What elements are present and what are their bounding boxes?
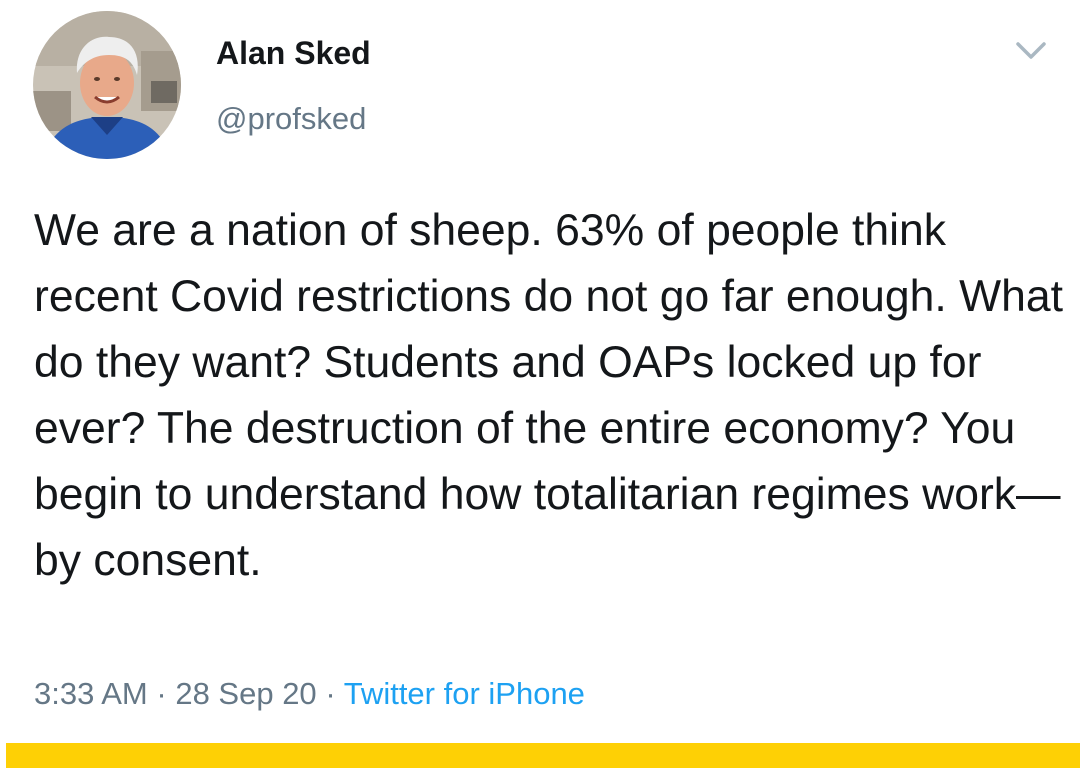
display-name[interactable]: Alan Sked bbox=[216, 34, 371, 72]
tweet-meta: 3:33 AM · 28 Sep 20 · Twitter for iPhone bbox=[34, 674, 585, 714]
profile-photo bbox=[33, 11, 181, 159]
tweet-time[interactable]: 3:33 AM bbox=[34, 676, 148, 711]
tweet-text: We are a nation of sheep. 63% of people … bbox=[34, 206, 1076, 585]
tweet-date[interactable]: 28 Sep 20 bbox=[175, 676, 316, 711]
user-handle[interactable]: @profsked bbox=[216, 100, 366, 138]
meta-separator: · bbox=[156, 676, 167, 711]
tweet-source-link[interactable]: Twitter for iPhone bbox=[344, 676, 585, 711]
avatar[interactable] bbox=[33, 11, 181, 159]
chevron-down-icon[interactable] bbox=[1014, 36, 1048, 64]
meta-separator: · bbox=[325, 676, 336, 711]
bottom-bar bbox=[6, 743, 1080, 768]
